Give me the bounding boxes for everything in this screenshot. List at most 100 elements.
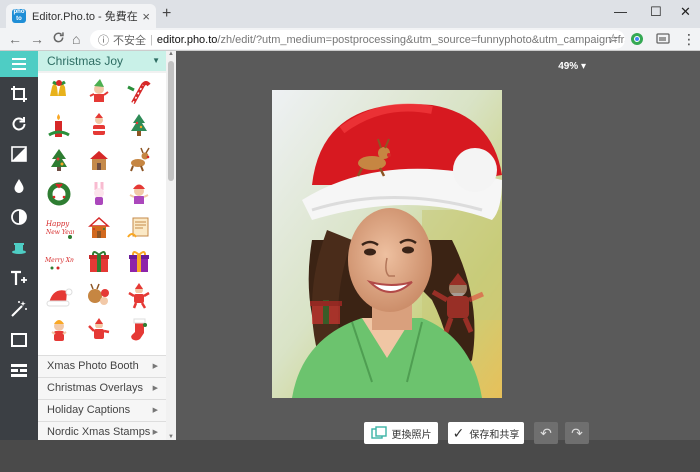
sticker-house[interactable]	[84, 145, 114, 175]
extension-chrome-icon[interactable]	[630, 32, 644, 46]
sticker-wreath[interactable]	[44, 179, 74, 209]
texture-tool[interactable]	[0, 356, 38, 386]
home-button[interactable]: ⌂	[72, 31, 80, 47]
sticker-scroll-letter[interactable]	[124, 213, 154, 243]
sticker-gift-box[interactable]	[84, 247, 114, 277]
chevron-right-icon: ▶	[152, 407, 158, 414]
browser-addressbar: ← → ⌂ ⓘ 不安全 | editor.pho.to /zh/edit/?ut…	[0, 28, 700, 51]
tab-close-icon[interactable]: ×	[142, 9, 150, 24]
sticker-bells[interactable]	[44, 77, 74, 107]
category-label: Christmas Overlays	[47, 382, 143, 394]
stickers-icon	[12, 243, 26, 254]
rotate-icon	[12, 117, 26, 131]
sticker-santa-waving[interactable]	[84, 315, 114, 345]
scroll-thumb[interactable]	[168, 61, 174, 181]
magic-wand-icon	[11, 301, 27, 317]
zoom-level[interactable]: 49% ▾	[558, 61, 586, 72]
redo-button[interactable]: ↷	[565, 422, 589, 444]
category-xmas-photo-booth[interactable]: Xmas Photo Booth ▶	[38, 355, 166, 377]
change-photo-button[interactable]: 更換照片	[364, 422, 438, 444]
canvas-area: 49% ▾	[176, 51, 596, 440]
exposure-tool[interactable]	[0, 139, 38, 169]
bookmark-star-icon[interactable]: ☆	[607, 31, 619, 47]
new-tab-button[interactable]: +	[162, 5, 171, 23]
browser-tab[interactable]: pho to Editor.Pho.to - 免費在线照片編輯 ×	[6, 4, 156, 28]
frame-tool[interactable]	[0, 325, 38, 355]
category-holiday-captions[interactable]: Holiday Captions ▶	[38, 399, 166, 421]
stickers-tool[interactable]	[0, 232, 38, 262]
reload-button[interactable]	[52, 31, 65, 47]
sticker-reindeer-sack[interactable]	[84, 281, 114, 311]
chevron-right-icon: ▶	[152, 363, 158, 370]
color-drop-icon	[14, 179, 24, 193]
category-dropdown[interactable]: Christmas Joy ▼	[38, 51, 166, 71]
color-tool[interactable]	[0, 171, 38, 201]
category-label: Holiday Captions	[47, 404, 131, 416]
svg-text:New Year: New Year	[45, 229, 74, 236]
sticker-elf-girl[interactable]	[124, 179, 154, 209]
url-separator: |	[150, 33, 153, 46]
sticker-santa-dancing[interactable]	[124, 281, 154, 311]
crop-icon	[11, 86, 27, 102]
check-icon: ✓	[452, 424, 465, 441]
sticker-happy-new-year[interactable]: HappyNew Year	[44, 213, 74, 243]
maximize-button[interactable]: ☐	[650, 4, 662, 20]
menu-icon	[12, 58, 26, 70]
sticker-bunny[interactable]	[84, 179, 114, 209]
category-label: Nordic Xmas Stamps	[47, 426, 151, 438]
svg-text:Happy: Happy	[45, 220, 70, 228]
sticker-santa-hat[interactable]	[44, 281, 74, 311]
sticker-candy-cane[interactable]	[124, 77, 154, 107]
minimize-button[interactable]: —	[614, 4, 627, 19]
edited-photo[interactable]	[272, 90, 502, 398]
window-close-button[interactable]: ✕	[680, 4, 691, 20]
save-share-label: 保存和共享	[469, 429, 520, 441]
panel-scrollbar[interactable]: ▲ ▼	[166, 51, 176, 440]
insecure-label: 不安全	[113, 34, 146, 47]
category-christmas-overlays[interactable]: Christmas Overlays ▶	[38, 377, 166, 399]
rotate-tool[interactable]	[0, 109, 38, 139]
sticker-gingerbread-house[interactable]	[84, 213, 114, 243]
chevron-down-icon: ▼	[152, 56, 160, 65]
redo-icon: ↷	[571, 424, 583, 441]
sticker-panel: Christmas Joy ▼ Happy New Year Merry X X…	[38, 51, 176, 440]
bottom-action-bar: 更換照片 ✓ 保存和共享 ↶ ↷	[0, 422, 700, 472]
change-photo-label: 更換照片	[391, 429, 432, 441]
category-title: Christmas Joy	[47, 54, 124, 68]
sticker-reindeer[interactable]	[124, 145, 154, 175]
sticker-tree-small[interactable]	[44, 145, 74, 175]
sticker-gift-purple[interactable]	[124, 247, 154, 277]
category-label: Xmas Photo Booth	[47, 360, 139, 372]
browser-titlebar: pho to Editor.Pho.to - 免費在线照片編輯 × + — ☐ …	[0, 0, 700, 28]
sticker-tree[interactable]	[124, 111, 154, 141]
save-share-button[interactable]: ✓ 保存和共享	[448, 422, 524, 444]
sticker-merry-christmas[interactable]: Merry Xmas	[44, 247, 74, 277]
sticker-candle[interactable]	[44, 111, 74, 141]
tab-title: Editor.Pho.to - 免費在线照片編輯	[32, 11, 138, 23]
text-tool[interactable]	[0, 263, 38, 293]
sticker-girl-elf[interactable]	[44, 315, 74, 345]
photo-editor-app: Christmas Joy ▼ Happy New Year Merry X X…	[0, 51, 700, 472]
browser-menu-icon[interactable]: ⋮	[682, 31, 696, 48]
undo-button[interactable]: ↶	[534, 422, 558, 444]
forward-button[interactable]: →	[30, 31, 44, 47]
sticker-stocking[interactable]	[124, 315, 154, 345]
menu-button[interactable]	[0, 51, 38, 77]
extension-cast-icon[interactable]	[656, 32, 670, 46]
undo-icon: ↶	[540, 424, 552, 441]
scroll-up-icon[interactable]: ▲	[168, 51, 174, 57]
url-bar[interactable]: ⓘ 不安全 | editor.pho.to /zh/edit/?utm_medi…	[90, 30, 625, 49]
site-info-icon[interactable]: ⓘ	[98, 32, 109, 48]
sticker-santa-sleigh[interactable]	[84, 111, 114, 141]
category-nordic-xmas-stamps[interactable]: Nordic Xmas Stamps ▶	[38, 421, 166, 440]
back-button[interactable]: ←	[8, 31, 22, 47]
tool-sidebar	[0, 51, 38, 440]
magic-tool[interactable]	[0, 294, 38, 324]
contrast-tool[interactable]	[0, 202, 38, 232]
svg-text:Merry Xmas: Merry Xmas	[44, 257, 74, 264]
crop-tool[interactable]	[0, 79, 38, 109]
contrast-icon	[11, 209, 27, 225]
sticker-elf[interactable]	[84, 77, 114, 107]
url-path: /zh/edit/?utm_medium=postprocessing&utm_…	[217, 33, 625, 46]
site-favicon-icon: pho to	[12, 9, 26, 23]
